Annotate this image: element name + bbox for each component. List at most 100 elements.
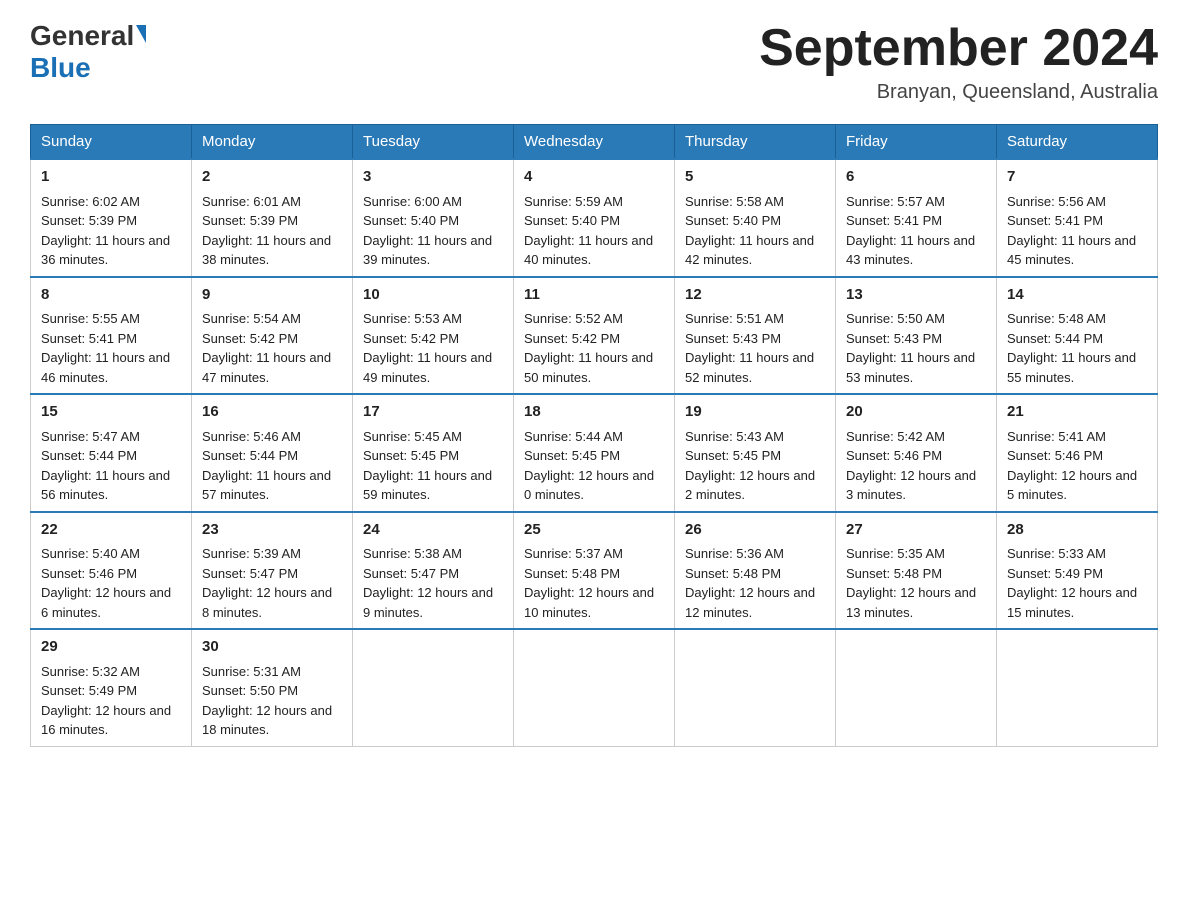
sunrise-text: Sunrise: 6:02 AM	[41, 192, 181, 212]
day-number: 28	[1007, 519, 1147, 542]
day-number: 15	[41, 401, 181, 424]
calendar-cell: 27Sunrise: 5:35 AMSunset: 5:48 PMDayligh…	[836, 512, 997, 630]
day-number: 22	[41, 519, 181, 542]
daylight-text: Daylight: 11 hours and 45 minutes.	[1007, 231, 1147, 270]
day-number: 12	[685, 284, 825, 307]
day-number: 20	[846, 401, 986, 424]
location: Branyan, Queensland, Australia	[759, 81, 1158, 104]
daylight-text: Daylight: 11 hours and 57 minutes.	[202, 466, 342, 505]
sunset-text: Sunset: 5:42 PM	[524, 329, 664, 349]
week-row-4: 22Sunrise: 5:40 AMSunset: 5:46 PM Dayligh…	[31, 512, 1158, 630]
daylight-text: Daylight: 11 hours and 56 minutes.	[41, 466, 181, 505]
column-header-thursday: Thursday	[675, 125, 836, 160]
daylight-text: Daylight: 12 hours and 2 minutes.	[685, 466, 825, 505]
sunrise-text: Sunrise: 6:00 AM	[363, 192, 503, 212]
sunrise-text: Sunrise: 5:32 AM	[41, 662, 181, 682]
sunset-text: Sunset: 5:45 PM	[363, 446, 503, 466]
sunrise-text: Sunrise: 5:54 AM	[202, 309, 342, 329]
daylight-text: Daylight: 11 hours and 59 minutes.	[363, 466, 503, 505]
calendar-cell: 14Sunrise: 5:48 AMSunset: 5:44 PMDayligh…	[997, 277, 1158, 395]
logo: General Blue	[30, 20, 146, 84]
sunset-text: Sunset: 5:44 PM	[202, 446, 342, 466]
day-number: 13	[846, 284, 986, 307]
calendar-cell: 18Sunrise: 5:44 AMSunset: 5:45 PMDayligh…	[514, 394, 675, 512]
calendar-cell	[353, 629, 514, 746]
week-row-5: 29Sunrise: 5:32 AMSunset: 5:49 PMDayligh…	[31, 629, 1158, 746]
daylight-text: Daylight: 11 hours and 50 minutes.	[524, 348, 664, 387]
sunrise-text: Sunrise: 5:52 AM	[524, 309, 664, 329]
day-number: 9	[202, 284, 342, 307]
sunrise-text: Sunrise: 5:57 AM	[846, 192, 986, 212]
calendar-table: SundayMondayTuesdayWednesdayThursdayFrid…	[30, 124, 1158, 747]
sunset-text: Sunset: 5:42 PM	[363, 329, 503, 349]
day-number: 30	[202, 636, 342, 659]
sunrise-text: Sunrise: 5:55 AM	[41, 309, 181, 329]
column-header-tuesday: Tuesday	[353, 125, 514, 160]
day-number: 2	[202, 166, 342, 189]
calendar-cell: 5Sunrise: 5:58 AMSunset: 5:40 PMDaylight…	[675, 159, 836, 277]
daylight-text: Daylight: 12 hours and 13 minutes.	[846, 583, 986, 622]
sunset-text: Sunset: 5:43 PM	[846, 329, 986, 349]
daylight-text: Daylight: 11 hours and 55 minutes.	[1007, 348, 1147, 387]
header: General Blue September 2024 Branyan, Que…	[30, 20, 1158, 104]
daylight-text: Daylight: 12 hours and 5 minutes.	[1007, 466, 1147, 505]
day-number: 7	[1007, 166, 1147, 189]
column-header-saturday: Saturday	[997, 125, 1158, 160]
sunrise-text: Sunrise: 5:35 AM	[846, 544, 986, 564]
daylight-text: Daylight: 12 hours and 3 minutes.	[846, 466, 986, 505]
calendar-cell: 1Sunrise: 6:02 AMSunset: 5:39 PMDaylight…	[31, 159, 192, 277]
day-number: 19	[685, 401, 825, 424]
sunrise-text: Sunrise: 5:43 AM	[685, 427, 825, 447]
day-number: 14	[1007, 284, 1147, 307]
day-number: 1	[41, 166, 181, 189]
day-number: 4	[524, 166, 664, 189]
daylight-text: Daylight: 11 hours and 40 minutes.	[524, 231, 664, 270]
day-number: 6	[846, 166, 986, 189]
day-number: 26	[685, 519, 825, 542]
day-number: 21	[1007, 401, 1147, 424]
sunset-text: Sunset: 5:46 PM	[41, 564, 181, 584]
sunrise-text: Sunrise: 5:47 AM	[41, 427, 181, 447]
daylight-text: Daylight: 12 hours and 18 minutes.	[202, 701, 342, 740]
sunset-text: Sunset: 5:48 PM	[846, 564, 986, 584]
day-number: 3	[363, 166, 503, 189]
sunset-text: Sunset: 5:45 PM	[524, 446, 664, 466]
month-title: September 2024	[759, 20, 1158, 77]
calendar-cell: 4Sunrise: 5:59 AMSunset: 5:40 PMDaylight…	[514, 159, 675, 277]
daylight-text: Daylight: 12 hours and 16 minutes.	[41, 701, 181, 740]
calendar-cell: 21Sunrise: 5:41 AMSunset: 5:46 PMDayligh…	[997, 394, 1158, 512]
calendar-cell: 22Sunrise: 5:40 AMSunset: 5:46 PMDayligh…	[31, 512, 192, 630]
logo-general-text: General	[30, 20, 134, 52]
logo-triangle-icon	[136, 25, 146, 43]
header-row: SundayMondayTuesdayWednesdayThursdayFrid…	[31, 125, 1158, 160]
sunrise-text: Sunrise: 6:01 AM	[202, 192, 342, 212]
daylight-text: Daylight: 12 hours and 12 minutes.	[685, 583, 825, 622]
calendar-cell: 28Sunrise: 5:33 AMSunset: 5:49 PMDayligh…	[997, 512, 1158, 630]
sunrise-text: Sunrise: 5:56 AM	[1007, 192, 1147, 212]
sunset-text: Sunset: 5:44 PM	[41, 446, 181, 466]
calendar-cell: 6Sunrise: 5:57 AMSunset: 5:41 PMDaylight…	[836, 159, 997, 277]
day-number: 5	[685, 166, 825, 189]
sunrise-text: Sunrise: 5:40 AM	[41, 544, 181, 564]
day-number: 29	[41, 636, 181, 659]
sunset-text: Sunset: 5:43 PM	[685, 329, 825, 349]
sunset-text: Sunset: 5:44 PM	[1007, 329, 1147, 349]
title-area: September 2024 Branyan, Queensland, Aust…	[759, 20, 1158, 104]
calendar-cell	[836, 629, 997, 746]
sunset-text: Sunset: 5:48 PM	[524, 564, 664, 584]
daylight-text: Daylight: 11 hours and 42 minutes.	[685, 231, 825, 270]
sunset-text: Sunset: 5:41 PM	[846, 211, 986, 231]
column-header-monday: Monday	[192, 125, 353, 160]
daylight-text: Daylight: 11 hours and 47 minutes.	[202, 348, 342, 387]
calendar-cell	[675, 629, 836, 746]
sunset-text: Sunset: 5:39 PM	[41, 211, 181, 231]
sunset-text: Sunset: 5:40 PM	[524, 211, 664, 231]
sunset-text: Sunset: 5:50 PM	[202, 681, 342, 701]
calendar-cell: 12Sunrise: 5:51 AMSunset: 5:43 PMDayligh…	[675, 277, 836, 395]
calendar-cell: 15 Sunrise: 5:47 AMSunset: 5:44 PMDayligh…	[31, 394, 192, 512]
calendar-cell: 23Sunrise: 5:39 AMSunset: 5:47 PMDayligh…	[192, 512, 353, 630]
calendar-cell: 13Sunrise: 5:50 AMSunset: 5:43 PMDayligh…	[836, 277, 997, 395]
sunset-text: Sunset: 5:46 PM	[846, 446, 986, 466]
daylight-text: Daylight: 12 hours and 8 minutes.	[202, 583, 342, 622]
calendar-cell: 9Sunrise: 5:54 AMSunset: 5:42 PMDaylight…	[192, 277, 353, 395]
